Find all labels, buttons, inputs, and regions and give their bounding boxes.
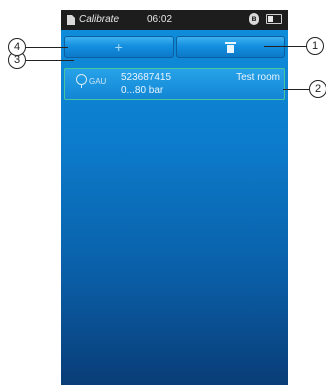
device-screen: Calibrate 06:02 ʙ + GAU 523687415 0...80… [61,10,288,385]
status-icons: ʙ [249,13,282,25]
delete-button[interactable] [175,36,285,58]
battery-icon [266,14,282,24]
callout-line-3 [26,60,74,61]
callout-line-4 [26,47,68,48]
gauge-icon [76,74,87,88]
app-name: Calibrate [79,14,120,25]
measurement-range: 0...80 bar [121,85,164,96]
trash-icon [224,41,236,53]
document-icon [67,14,75,25]
status-time: 06:02 [147,14,173,25]
plus-icon: + [114,39,123,55]
bluetooth-icon: ʙ [249,13,259,25]
callout-line-2 [283,89,309,90]
location-label: Test room [236,72,280,83]
list-item[interactable]: GAU 523687415 0...80 bar Test room [64,68,285,100]
status-bar: Calibrate 06:02 ʙ [61,10,288,30]
callout-2: 2 [309,80,326,98]
serial-number: 523687415 [121,72,172,83]
callout-4: 4 [8,38,26,56]
toolbar: + [64,36,285,58]
callout-line-1 [264,46,306,47]
device-type: GAU [89,77,107,86]
callout-1: 1 [306,37,324,55]
status-app: Calibrate [67,14,119,25]
add-button[interactable]: + [64,36,174,58]
